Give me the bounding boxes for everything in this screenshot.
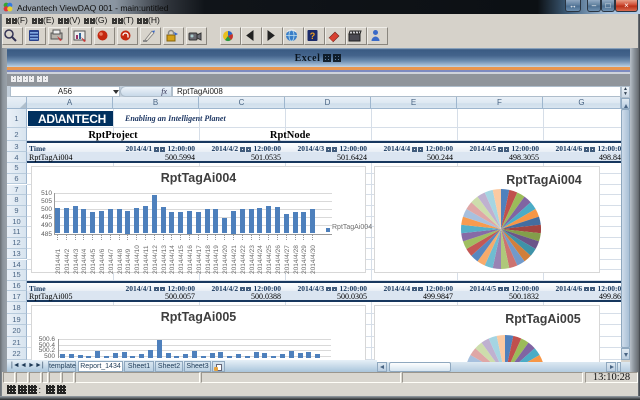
svg-text:?: ? (310, 31, 316, 41)
